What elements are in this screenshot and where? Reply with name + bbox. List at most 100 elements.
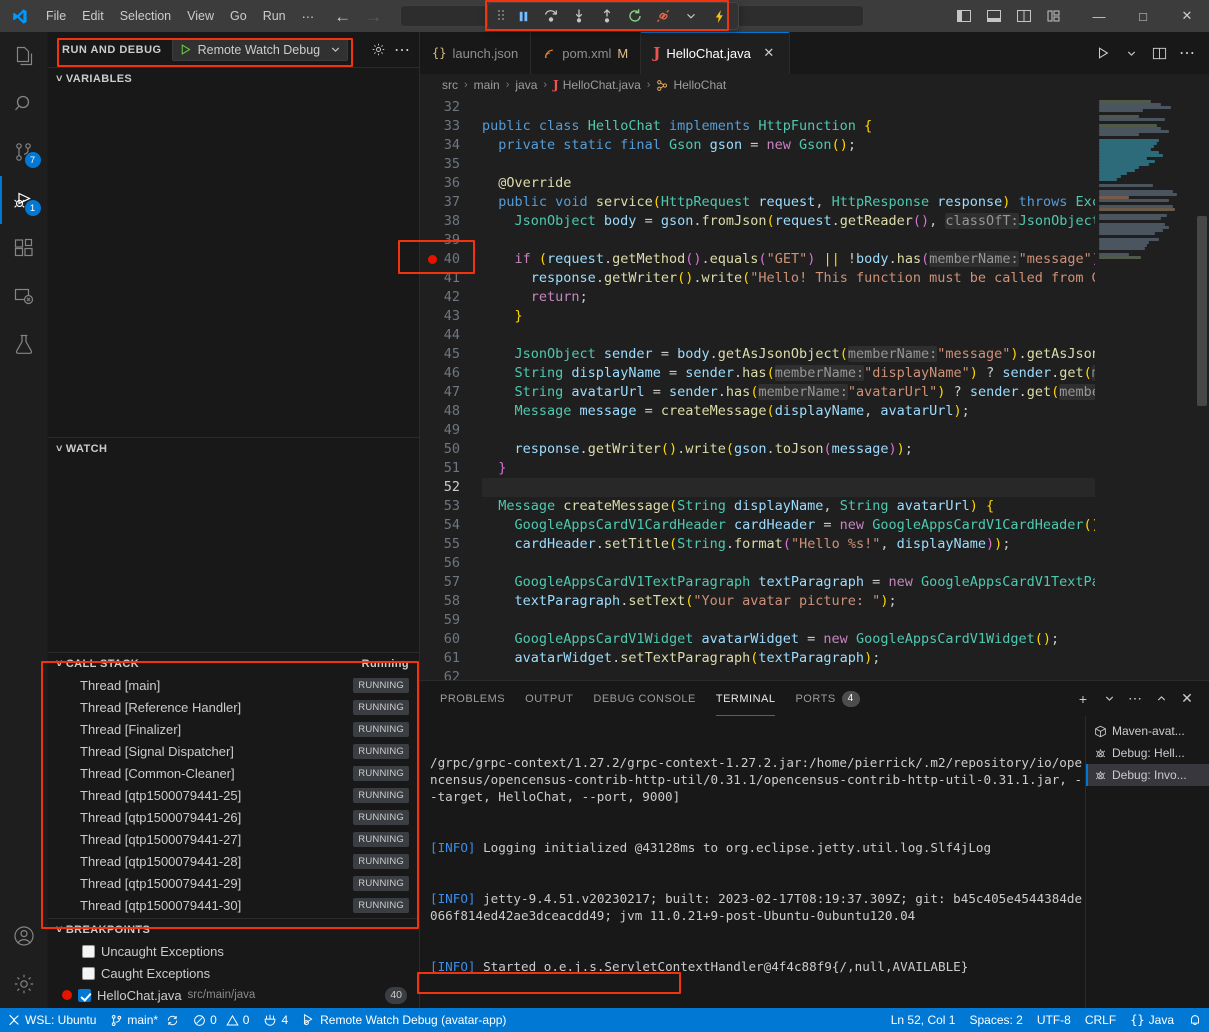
ellipsis-icon[interactable]: ⋯ <box>1123 687 1147 711</box>
step-over-icon[interactable] <box>538 5 564 27</box>
status-problems[interactable]: 0 0 <box>186 1008 256 1032</box>
customize-layout-icon[interactable] <box>1039 1 1069 31</box>
table-row[interactable]: Thread [Common-Cleaner]RUNNING <box>48 762 419 784</box>
table-row[interactable]: Thread [qtp1500079441-30]RUNNING <box>48 894 419 916</box>
list-item[interactable]: Debug: Hell... <box>1086 742 1209 764</box>
sidebar-item-remote-explorer[interactable] <box>0 272 48 320</box>
breadcrumb-file[interactable]: HelloChat.java <box>563 78 641 92</box>
chevron-down-icon[interactable] <box>1097 687 1121 711</box>
tab-launch-json[interactable]: {} launch.json <box>420 32 531 74</box>
status-cursor-position[interactable]: Ln 52, Col 1 <box>884 1008 963 1032</box>
checkbox[interactable] <box>82 967 95 980</box>
list-item[interactable]: HelloChat.java src/main/java 40 <box>48 984 419 1006</box>
split-editor-icon[interactable] <box>1147 41 1171 65</box>
table-row[interactable]: Thread [main]RUNNING <box>48 674 419 696</box>
table-row[interactable]: Thread [qtp1500079441-26]RUNNING <box>48 806 419 828</box>
status-language-mode[interactable]: {} Java <box>1123 1008 1181 1032</box>
menu-go[interactable]: Go <box>222 0 255 32</box>
status-eol[interactable]: CRLF <box>1078 1008 1123 1032</box>
tab-hellochat-java[interactable]: J HelloChat.java ✕ <box>641 32 790 74</box>
window-close-button[interactable]: ✕ <box>1165 0 1209 32</box>
table-row[interactable]: Thread [Signal Dispatcher]RUNNING <box>48 740 419 762</box>
toggle-secondary-sidebar-icon[interactable] <box>1009 1 1039 31</box>
call-stack-pane-header[interactable]: ˅ CALL STACK Running <box>48 652 419 674</box>
terminal-output[interactable]: /grpc/grpc-context/1.27.2/grpc-context-1… <box>420 716 1085 1008</box>
tab-terminal[interactable]: TERMINAL <box>716 681 776 716</box>
breadcrumb-main[interactable]: main <box>474 78 500 92</box>
menu-selection[interactable]: Selection <box>112 0 179 32</box>
tab-output[interactable]: OUTPUT <box>525 681 573 716</box>
tab-debug-console[interactable]: DEBUG CONSOLE <box>593 681 695 716</box>
close-icon[interactable]: ✕ <box>761 45 777 61</box>
checkbox[interactable] <box>78 989 91 1002</box>
ellipsis-icon[interactable]: ⋯ <box>1175 41 1199 65</box>
new-terminal-icon[interactable]: + <box>1071 687 1095 711</box>
status-git-branch[interactable]: main* <box>103 1008 186 1032</box>
sidebar-item-explorer[interactable] <box>0 32 48 80</box>
menu-file[interactable]: File <box>38 0 74 32</box>
disconnect-icon[interactable] <box>650 5 676 27</box>
variables-pane-header[interactable]: ˅ VARIABLES <box>48 67 419 89</box>
sidebar-item-extensions[interactable] <box>0 224 48 272</box>
checkbox[interactable] <box>82 945 95 958</box>
arrow-left-icon[interactable]: ← <box>334 8 351 25</box>
sidebar-item-run-and-debug[interactable]: 1 <box>0 176 48 224</box>
sidebar-item-source-control[interactable]: 7 <box>0 128 48 176</box>
list-item[interactable]: Caught Exceptions <box>48 962 419 984</box>
table-row[interactable]: Thread [Reference Handler]RUNNING <box>48 696 419 718</box>
menu-edit[interactable]: Edit <box>74 0 112 32</box>
menu-more[interactable]: ⋯ <box>294 0 323 32</box>
restart-icon[interactable] <box>622 5 648 27</box>
status-remote-host[interactable]: WSL: Ubuntu <box>0 1008 103 1032</box>
launch-configuration-dropdown[interactable]: Remote Watch Debug <box>172 38 348 61</box>
breakpoint-dot-icon[interactable] <box>428 255 437 264</box>
sidebar-item-testing[interactable] <box>0 320 48 368</box>
editor-scrollbar[interactable] <box>1195 96 1209 680</box>
arrow-right-icon[interactable]: → <box>365 8 382 25</box>
menu-run[interactable]: Run <box>255 0 294 32</box>
window-minimize-button[interactable]: — <box>1077 0 1121 32</box>
chevron-down-icon[interactable] <box>678 5 704 27</box>
chevron-up-icon[interactable] <box>1149 687 1173 711</box>
status-notifications[interactable] <box>1181 1008 1209 1032</box>
toggle-primary-sidebar-icon[interactable] <box>949 1 979 31</box>
gear-icon[interactable] <box>367 39 389 61</box>
table-row[interactable]: Thread [qtp1500079441-27]RUNNING <box>48 828 419 850</box>
line-number-with-breakpoint[interactable]: 40 <box>420 250 482 269</box>
code-content[interactable]: public class HelloChat implements HttpFu… <box>482 96 1095 680</box>
status-debug-session[interactable]: Remote Watch Debug (avatar-app) <box>295 1008 513 1032</box>
table-row[interactable]: Thread [qtp1500079441-29]RUNNING <box>48 872 419 894</box>
menu-view[interactable]: View <box>179 0 222 32</box>
table-row[interactable]: Thread [qtp1500079441-25]RUNNING <box>48 784 419 806</box>
window-maximize-button[interactable]: □ <box>1121 0 1165 32</box>
toggle-panel-icon[interactable] <box>979 1 1009 31</box>
list-item[interactable]: Maven-avat... <box>1086 720 1209 742</box>
tab-pom-xml[interactable]: pom.xml M <box>531 32 641 74</box>
breadcrumb-class[interactable]: HelloChat <box>673 78 726 92</box>
status-encoding[interactable]: UTF-8 <box>1030 1008 1078 1032</box>
tab-problems[interactable]: PROBLEMS <box>440 681 505 716</box>
line-number-gutter[interactable]: 32 33 34 35 36 37 38 39 40 41 42 43 44 4… <box>420 96 482 680</box>
table-row[interactable]: Thread [qtp1500079441-28]RUNNING <box>48 850 419 872</box>
tab-ports[interactable]: PORTS 4 <box>795 681 859 716</box>
run-icon[interactable] <box>1091 41 1115 65</box>
ellipsis-icon[interactable]: ⋯ <box>391 39 413 61</box>
sidebar-item-search[interactable] <box>0 80 48 128</box>
breakpoints-pane-header[interactable]: ˅ BREAKPOINTS <box>48 918 419 940</box>
chevron-down-icon[interactable] <box>1119 41 1143 65</box>
list-item[interactable]: Uncaught Exceptions <box>48 940 419 962</box>
code-editor[interactable]: 32 33 34 35 36 37 38 39 40 41 42 43 44 4… <box>420 96 1209 680</box>
minimap[interactable] <box>1095 96 1195 680</box>
manage-gear-icon[interactable] <box>0 960 48 1008</box>
lightning-icon[interactable] <box>706 5 732 27</box>
pause-icon[interactable] <box>510 5 536 27</box>
status-ports[interactable]: 4 <box>256 1008 295 1032</box>
step-out-icon[interactable] <box>594 5 620 27</box>
status-indentation[interactable]: Spaces: 2 <box>962 1008 1029 1032</box>
watch-pane-header[interactable]: ˅ WATCH <box>48 437 419 459</box>
step-into-icon[interactable] <box>566 5 592 27</box>
breadcrumb-src[interactable]: src <box>442 78 458 92</box>
accounts-button[interactable] <box>0 912 48 960</box>
list-item[interactable]: Debug: Invo... <box>1086 764 1209 786</box>
breadcrumb-java[interactable]: java <box>515 78 537 92</box>
